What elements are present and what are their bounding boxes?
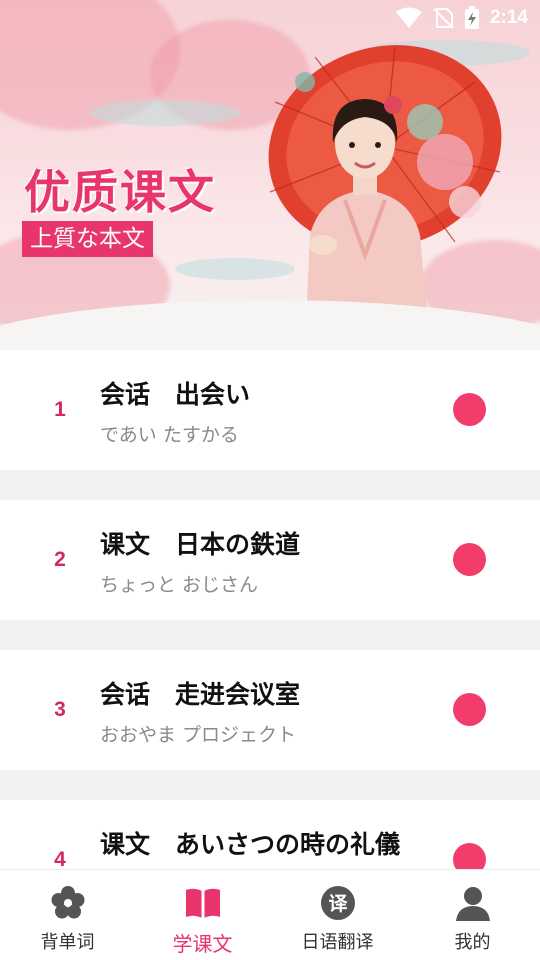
lesson-vocab: であい たすかる bbox=[100, 424, 239, 446]
lesson-number: 2 bbox=[54, 548, 66, 571]
nav-label: 日语翻译 bbox=[301, 932, 374, 953]
flower-icon bbox=[49, 884, 87, 922]
lesson-vocab: おおやま プロジェクト bbox=[100, 724, 297, 746]
lesson-status-dot bbox=[453, 693, 486, 726]
banner-title: 优质课文 bbox=[24, 165, 216, 219]
lesson-title: 会话 出会い bbox=[100, 380, 251, 409]
svg-text:译: 译 bbox=[328, 893, 348, 915]
lesson-status-dot bbox=[453, 543, 486, 576]
lesson-status-dot bbox=[453, 393, 486, 426]
lesson-number: 1 bbox=[54, 398, 66, 421]
nav-label: 背单词 bbox=[40, 932, 95, 953]
lesson-item[interactable]: 2 课文 日本の鉄道 ちょっと おじさん bbox=[0, 500, 540, 620]
battery-charging-icon bbox=[464, 6, 479, 29]
app-screen: 2:14 优质课文 上質な本文 1 会话 出会い であい たすかる 2 课文 日… bbox=[0, 0, 540, 960]
status-time: 2:14 bbox=[489, 7, 528, 28]
nav-label: 我的 bbox=[454, 932, 491, 953]
nav-label: 学课文 bbox=[172, 932, 233, 956]
status-bar: 2:14 bbox=[0, 0, 540, 36]
lesson-title: 课文 日本の鉄道 bbox=[100, 530, 301, 559]
no-sim-icon bbox=[433, 8, 454, 29]
user-icon bbox=[454, 884, 492, 922]
lesson-title: 课文 あいさつの時の礼儀 bbox=[100, 830, 401, 859]
lesson-item[interactable]: 1 会话 出会い であい たすかる bbox=[0, 350, 540, 470]
lesson-vocab: ちょっと おじさん bbox=[100, 574, 259, 596]
cloud-decoration bbox=[90, 100, 240, 126]
lesson-number: 3 bbox=[54, 698, 66, 721]
lesson-title: 会话 走进会议室 bbox=[100, 680, 301, 709]
bottom-nav: 背单词 学课文 译 日语翻译 我的 bbox=[0, 869, 540, 960]
book-icon bbox=[184, 884, 222, 922]
translate-icon: 译 bbox=[319, 884, 357, 922]
nav-vocabulary[interactable]: 背单词 bbox=[0, 870, 135, 960]
nav-translate[interactable]: 译 日语翻译 bbox=[270, 870, 405, 960]
lesson-item[interactable]: 3 会话 走进会议室 おおやま プロジェクト bbox=[0, 650, 540, 770]
banner-subtitle: 上質な本文 bbox=[22, 221, 153, 257]
wifi-icon bbox=[395, 7, 422, 28]
nav-lessons[interactable]: 学课文 bbox=[135, 870, 270, 960]
nav-profile[interactable]: 我的 bbox=[405, 870, 540, 960]
